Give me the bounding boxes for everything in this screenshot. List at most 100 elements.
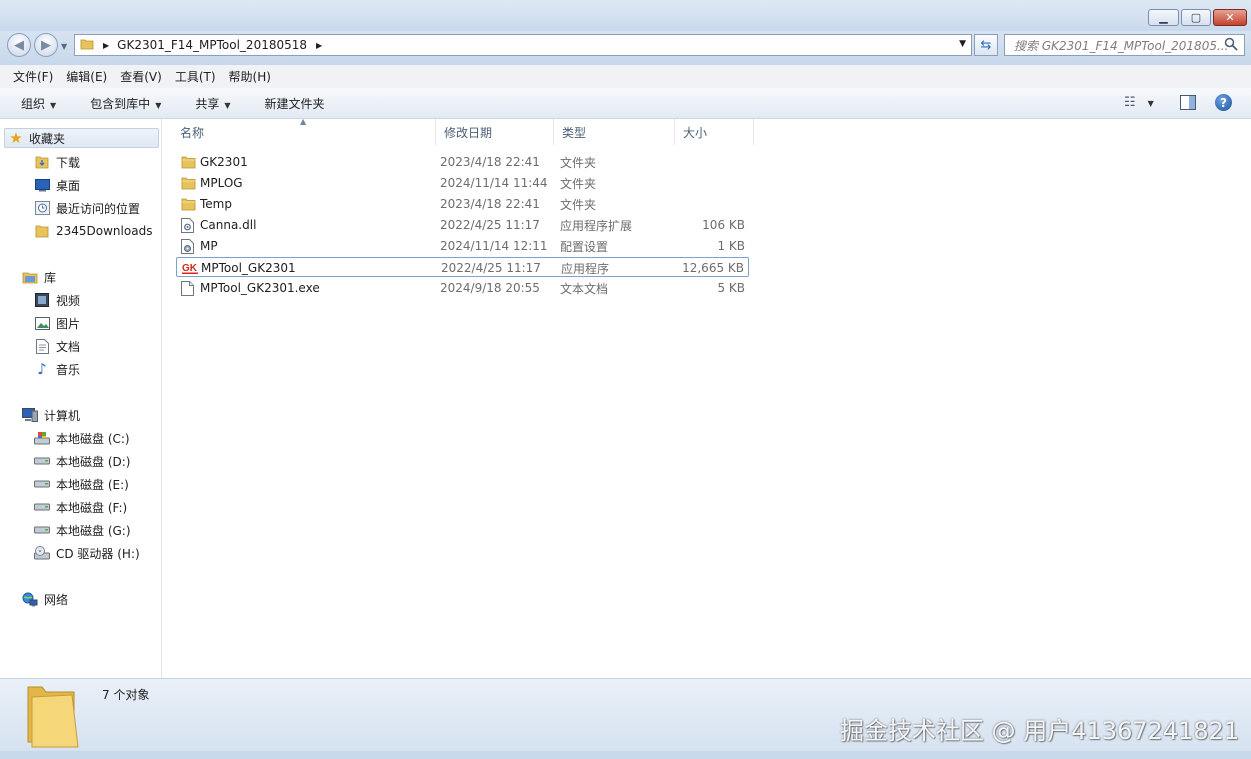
nav-2345downloads[interactable]: 2345Downloads (34, 221, 152, 241)
hard-drive-icon (34, 522, 50, 538)
dll-file-icon (181, 215, 194, 235)
nav-music[interactable]: ♪ 音乐 (34, 359, 80, 379)
nav-recent-label: 最近访问的位置 (56, 201, 141, 216)
new-folder-button[interactable]: 新建文件夹 (244, 95, 338, 112)
column-header-size[interactable]: 大小 (675, 119, 754, 145)
nav-network[interactable]: 网络 (22, 589, 68, 609)
file-type: 文本文档 (560, 281, 609, 296)
chevron-down-icon: ▼ (1147, 99, 1154, 108)
nav-drive-g[interactable]: 本地磁盘 (G:) (34, 520, 131, 540)
nav-documents[interactable]: 文档 (34, 336, 80, 356)
include-library-button[interactable]: 包含到库中 ▼ (69, 95, 174, 112)
nav-drive-f[interactable]: 本地磁盘 (F:) (34, 497, 127, 517)
column-date-label: 修改日期 (444, 125, 493, 140)
file-size: 106 KB (702, 218, 745, 232)
help-button[interactable]: ? (1215, 94, 1232, 111)
file-row-gk2301[interactable]: GK2301 2023/4/18 22:41 文件夹 (176, 152, 749, 172)
nav-drive-e[interactable]: 本地磁盘 (E:) (34, 474, 129, 494)
column-name-label: 名称 (180, 125, 205, 140)
menu-file[interactable]: 文件(F) (0, 68, 53, 85)
nav-network-label: 网络 (44, 592, 69, 607)
file-name: MPTool_GK2301 (201, 261, 296, 275)
file-size: 5 KB (717, 281, 745, 295)
file-list-pane: 名称 ▲ 修改日期 类型 大小 GK2301 2023/4/18 22:41 文件夹… (162, 117, 1251, 678)
cd-drive-icon (34, 545, 50, 561)
nav-music-label: 音乐 (56, 362, 81, 377)
history-dropdown-icon[interactable]: ▼ (61, 42, 67, 51)
close-icon: ✕ (1225, 11, 1235, 24)
nav-drive-g-label: 本地磁盘 (G:) (56, 523, 131, 538)
view-options-button[interactable]: ☷ ▼ (1124, 95, 1154, 110)
address-dropdown-icon[interactable]: ▼ (959, 39, 966, 49)
computer-icon (22, 407, 38, 423)
search-input[interactable]: 搜索 GK2301_F14_MPTool_201805... (1004, 34, 1245, 56)
hard-drive-icon (34, 476, 50, 492)
back-button[interactable]: ◀ (7, 33, 31, 57)
include-library-label: 包含到库中 (90, 96, 151, 111)
column-type-label: 类型 (562, 125, 587, 140)
nav-drive-c-label: 本地磁盘 (C:) (56, 431, 130, 446)
nav-favorites[interactable]: ★ 收藏夹 (4, 128, 159, 148)
nav-videos[interactable]: 视频 (34, 290, 80, 310)
nav-drive-h-label: CD 驱动器 (H:) (56, 546, 140, 561)
menu-bar: 文件(F) 编辑(E) 查看(V) 工具(T) 帮助(H) (0, 65, 1251, 89)
file-modified-date: 2022/4/25 11:17 (441, 261, 541, 275)
breadcrumb-separator-icon[interactable]: ▶ (316, 41, 322, 50)
search-icon[interactable] (1224, 37, 1238, 54)
nav-drive-h[interactable]: CD 驱动器 (H:) (34, 543, 140, 563)
nav-drive-c[interactable]: 本地磁盘 (C:) (34, 428, 130, 448)
organize-button[interactable]: 组织 ▼ (0, 95, 69, 112)
close-button[interactable]: ✕ (1213, 9, 1247, 26)
menu-help[interactable]: 帮助(H) (216, 68, 271, 85)
nav-drive-d[interactable]: 本地磁盘 (D:) (34, 451, 130, 471)
minimize-button[interactable]: ▁ (1148, 9, 1179, 26)
file-modified-date: 2024/11/14 12:11 (440, 239, 548, 253)
hard-drive-icon (34, 499, 50, 515)
nav-recent-places[interactable]: 最近访问的位置 (34, 198, 140, 218)
search-placeholder: 搜索 GK2301_F14_MPTool_201805... (1014, 38, 1229, 53)
refresh-button[interactable]: ⇆ (974, 34, 998, 56)
nav-drive-f-label: 本地磁盘 (F:) (56, 500, 128, 515)
preview-pane-button[interactable] (1180, 95, 1196, 113)
column-header-date[interactable]: 修改日期 (436, 119, 554, 145)
folder-icon (181, 173, 196, 193)
config-file-icon (181, 236, 194, 256)
window-bottom-frame (0, 751, 1251, 759)
file-row-mptool-gk2301-exe[interactable]: MPTool_GK2301.exe 2024/9/18 20:55 文本文档 5 KB (176, 278, 749, 298)
maximize-button[interactable]: ▢ (1181, 9, 1211, 26)
nav-documents-label: 文档 (56, 339, 81, 354)
star-icon: ★ (9, 129, 23, 147)
file-name: MPTool_GK2301.exe (200, 281, 320, 295)
file-row-mplog[interactable]: MPLOG 2024/11/14 11:44 文件夹 (176, 173, 749, 193)
file-modified-date: 2023/4/18 22:41 (440, 197, 540, 211)
menu-edit[interactable]: 编辑(E) (53, 68, 107, 85)
nav-computer[interactable]: 计算机 (22, 405, 80, 425)
hard-drive-icon (34, 453, 50, 469)
nav-pictures[interactable]: 图片 (34, 313, 80, 333)
breadcrumb-folder[interactable]: GK2301_F14_MPTool_20180518 (117, 38, 307, 52)
column-header-type[interactable]: 类型 (554, 119, 675, 145)
nav-desktop[interactable]: 桌面 (34, 175, 80, 195)
folder-preview-icon (24, 683, 80, 752)
file-modified-date: 2023/4/18 22:41 (440, 155, 540, 169)
file-type: 应用程序 (561, 261, 610, 276)
column-header-name[interactable]: 名称 ▲ (172, 117, 436, 145)
breadcrumb-separator-icon[interactable]: ▶ (103, 41, 109, 50)
address-bar[interactable]: ▶ GK2301_F14_MPTool_20180518 ▶ ▼ (74, 34, 972, 56)
file-row-temp[interactable]: Temp 2023/4/18 22:41 文件夹 (176, 194, 749, 214)
file-type: 文件夹 (560, 176, 597, 191)
share-button[interactable]: 共享 ▼ (174, 95, 243, 112)
text-file-icon (181, 278, 194, 298)
minimize-icon: ▁ (1159, 11, 1168, 24)
file-row-mptool-gk2301[interactable]: GK MPTool_GK2301 2022/4/25 11:17 应用程序 12,665… (176, 257, 749, 277)
nav-downloads[interactable]: 下载 (34, 152, 80, 172)
file-type: 文件夹 (560, 197, 597, 212)
file-row-mp[interactable]: MP 2024/11/14 12:11 配置设置 1 KB (176, 236, 749, 256)
file-row-canna-dll[interactable]: Canna.dll 2022/4/25 11:17 应用程序扩展 106 KB (176, 215, 749, 235)
menu-view[interactable]: 查看(V) (107, 68, 162, 85)
view-list-icon: ☷ (1124, 95, 1136, 110)
menu-tools[interactable]: 工具(T) (162, 68, 216, 85)
forward-button[interactable]: ▶ (34, 33, 58, 57)
share-label: 共享 (195, 96, 220, 111)
nav-library[interactable]: 库 (22, 267, 56, 287)
